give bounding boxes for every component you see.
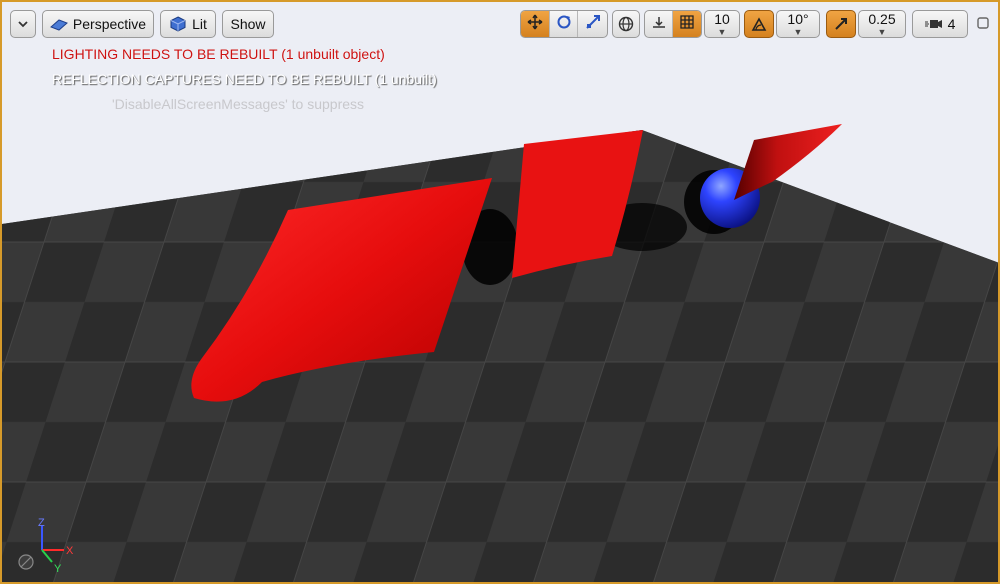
maximize-viewport-button[interactable]	[976, 16, 990, 30]
translate-tool-button[interactable]	[521, 11, 550, 37]
world-space-button[interactable]	[612, 10, 640, 38]
scale-icon	[585, 14, 601, 35]
grid-snap-toggle[interactable]	[673, 11, 701, 37]
suppress-hint: 'DisableAllScreenMessages' to suppress	[112, 96, 365, 112]
lit-icon	[169, 15, 187, 33]
axis-gizmo: Z X Y	[18, 517, 74, 575]
lit-button[interactable]: Lit	[160, 10, 216, 38]
grid-snap-value: 10	[714, 11, 730, 27]
rotation-snap-value: 10°	[787, 11, 809, 27]
grid-icon	[679, 14, 695, 35]
camera-speed-icon	[924, 15, 943, 33]
camera-speed-value: 4	[947, 16, 956, 32]
axis-z-label: Z	[38, 517, 45, 529]
snap-tools	[644, 10, 702, 38]
surface-snap-button[interactable]	[645, 11, 674, 37]
rotation-snap-icon	[750, 15, 768, 33]
scale-snap-value: 0.25	[868, 11, 896, 27]
rotation-snap-toggle[interactable]	[744, 10, 774, 38]
translate-icon	[527, 14, 543, 35]
scale-snap-toggle[interactable]	[826, 10, 856, 38]
reflection-rebuild-warning: REFLECTION CAPTURES NEED TO BE REBUILT (…	[52, 71, 437, 87]
chevron-down-icon: ▼	[793, 27, 803, 37]
axis-y-label: Y	[54, 563, 62, 575]
perspective-label: Perspective	[72, 16, 147, 32]
surface-snap-icon	[651, 14, 667, 35]
scale-snap-value-button[interactable]: 0.25 ▼	[858, 10, 906, 38]
axis-x-label: X	[66, 545, 74, 557]
scale-tool-button[interactable]	[578, 11, 607, 37]
camera-speed-button[interactable]: 4	[912, 10, 968, 38]
chevron-down-icon: ▼	[877, 27, 887, 37]
viewport-toolbar: Perspective Lit Show 10 ▼ 10° ▼ 0.25 ▼ 4	[2, 2, 998, 46]
perspective-button[interactable]: Perspective	[42, 10, 154, 38]
lit-label: Lit	[192, 16, 207, 32]
perspective-icon	[49, 15, 68, 33]
lighting-rebuild-warning: LIGHTING NEEDS TO BE REBUILT (1 unbuilt …	[52, 46, 385, 62]
chevron-down-icon	[14, 15, 32, 33]
maximize-icon	[976, 17, 990, 34]
rotate-icon	[556, 14, 572, 35]
chevron-down-icon: ▼	[717, 27, 727, 37]
scene-render[interactable]	[2, 2, 1000, 584]
rotate-tool-button[interactable]	[550, 11, 579, 37]
editor-viewport[interactable]: Perspective Lit Show 10 ▼ 10° ▼ 0.25 ▼ 4…	[0, 0, 1000, 584]
world-icon	[617, 15, 635, 33]
show-button[interactable]: Show	[222, 10, 274, 38]
scale-snap-icon	[832, 15, 850, 33]
viewport-options-button[interactable]	[10, 10, 36, 38]
show-label: Show	[230, 16, 266, 32]
transform-tools	[520, 10, 608, 38]
rotation-snap-value-button[interactable]: 10° ▼	[776, 10, 820, 38]
grid-snap-value-button[interactable]: 10 ▼	[704, 10, 740, 38]
